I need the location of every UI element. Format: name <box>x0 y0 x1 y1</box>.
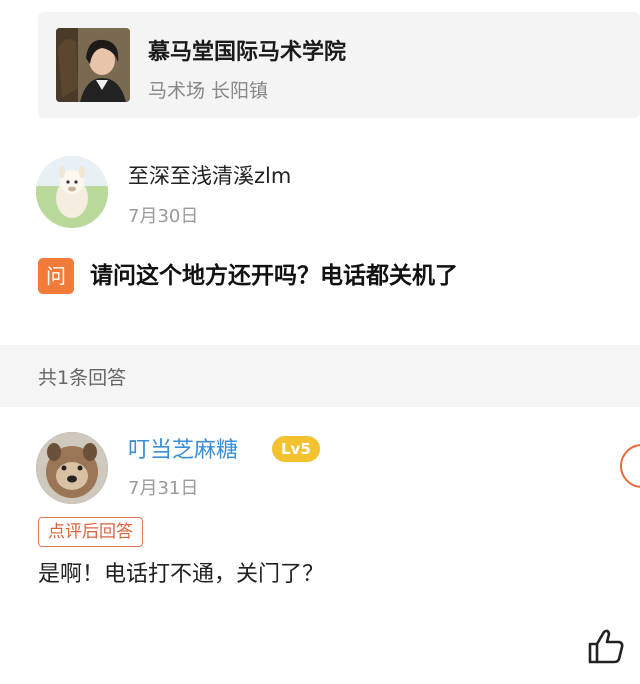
thumbs-up-icon <box>588 629 624 664</box>
asker-name[interactable]: 至深至浅清溪zlm <box>128 160 291 190</box>
answer-text: 是啊！电话打不通，关门了？ <box>38 562 325 587</box>
answerer-name[interactable]: 叮当芝麻糖 <box>128 432 238 464</box>
question-text: 请问这个地方还开吗？电话都关机了 <box>90 263 458 289</box>
question-date: 7月30日 <box>128 206 199 227</box>
merchant-photo-icon <box>56 28 130 102</box>
merchant-avatar <box>56 28 130 102</box>
answer-tag: 点评后回答 <box>38 517 143 547</box>
merchant-location: 马术场 长阳镇 <box>148 80 269 102</box>
answers-count: 共1条回答 <box>38 367 127 389</box>
merchant-name: 慕马堂国际马术学院 <box>148 40 347 65</box>
dog-avatar-icon <box>36 432 108 504</box>
merchant-card[interactable]: 慕马堂国际马术学院 马术场 长阳镇 <box>38 12 640 118</box>
answerer-avatar[interactable] <box>36 432 108 504</box>
answers-header: 共1条回答 <box>0 345 640 407</box>
like-button[interactable] <box>586 626 626 666</box>
question-badge: 问 <box>38 258 74 294</box>
qa-page: 慕马堂国际马术学院 马术场 长阳镇 至深至浅清溪zlm 7月30日 问 请问这个… <box>0 0 640 684</box>
user-level-badge: Lv5 <box>272 436 320 462</box>
floating-action-button[interactable] <box>620 444 640 488</box>
answer-date: 7月31日 <box>128 478 199 499</box>
alpaca-avatar-icon <box>36 156 108 228</box>
asker-avatar[interactable] <box>36 156 108 228</box>
